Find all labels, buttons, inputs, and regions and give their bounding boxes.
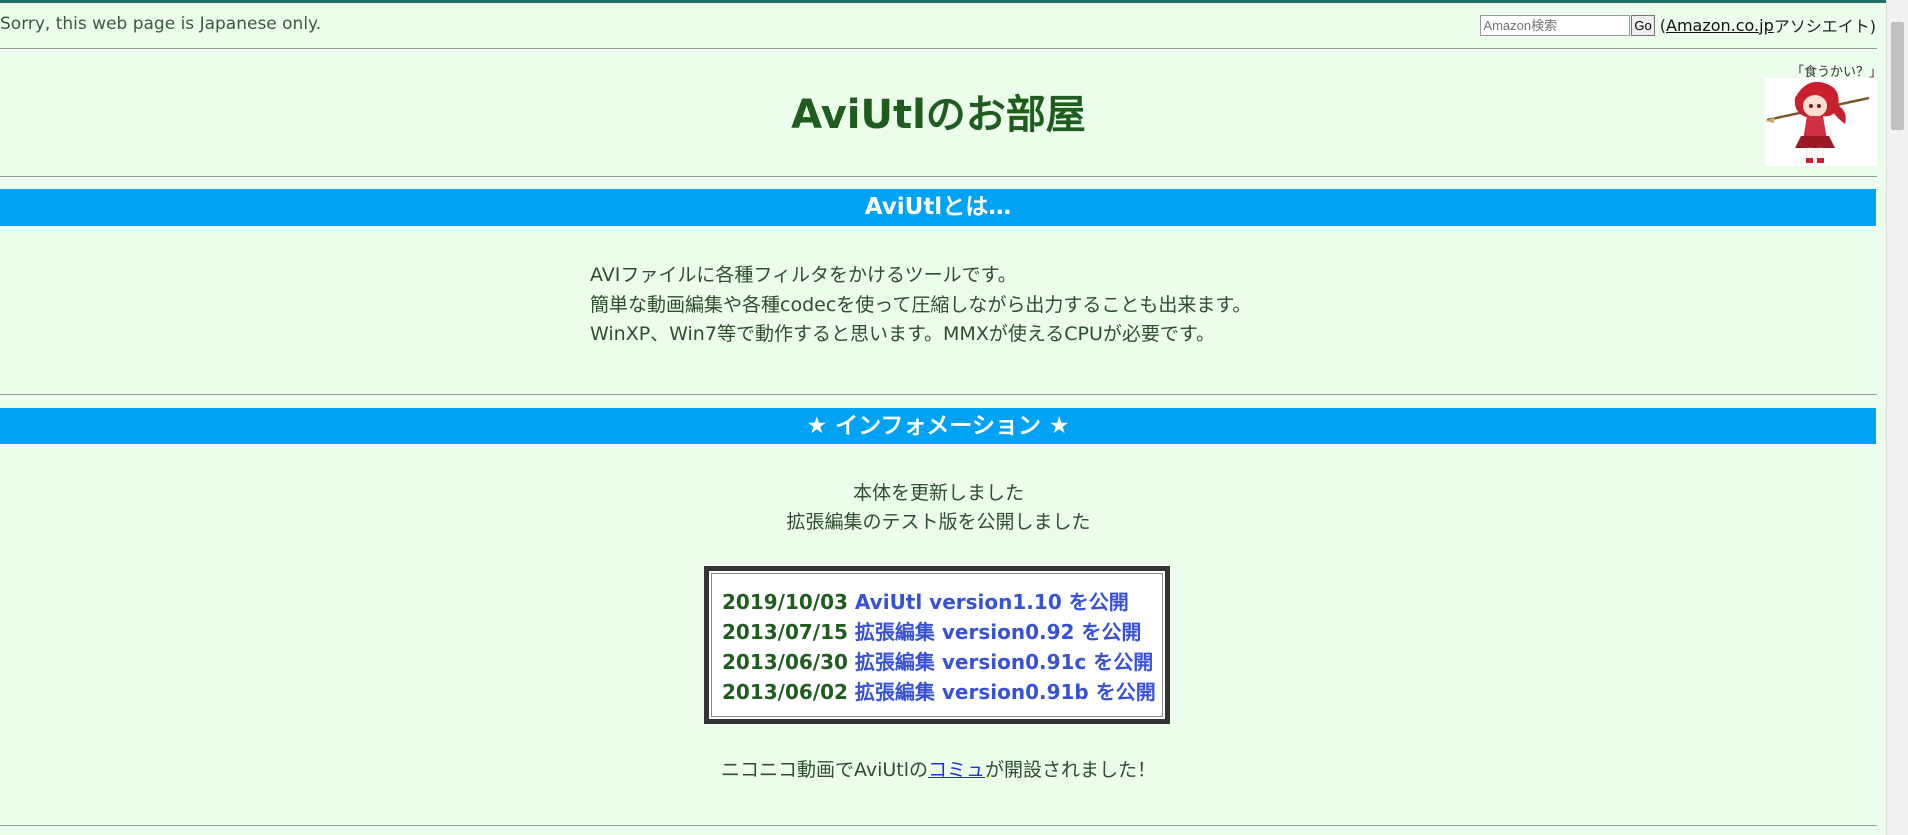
news-link[interactable]: AviUtl version1.10 を公開 [855,590,1129,614]
news-date: 2013/07/15 [722,620,848,644]
scrollbar-thumb[interactable] [1891,22,1904,130]
news-link[interactable]: 拡張編集 version0.91b を公開 [855,680,1156,704]
associate-text: アソシエイト) [1773,17,1876,36]
divider [0,48,1877,49]
news-date: 2013/06/30 [722,650,848,674]
news-link[interactable]: 拡張編集 version0.91c を公開 [855,650,1153,674]
page-title: AviUtlのお部屋 [791,92,1086,138]
news-item: 2019/10/03 AviUtl version1.10 を公開 [722,587,1162,617]
news-item: 2013/07/15 拡張編集 version0.92 を公開 [722,617,1162,647]
japanese-only-notice: Sorry, this web page is Japanese only. [0,14,322,34]
about-line: WinXP、Win7等で動作すると思います。MMXが使えるCPUが必要です。 [590,323,1216,345]
info-heading-bar: ★ インフォメーション ★ [0,408,1876,444]
niconico-community-link[interactable]: コミュ [928,759,985,781]
news-link[interactable]: 拡張編集 version0.92 を公開 [855,620,1141,644]
news-item: 2013/06/30 拡張編集 version0.91c を公開 [722,647,1162,677]
news-box: 2019/10/03 AviUtl version1.10 を公開 2013/0… [704,566,1170,724]
amazon-go-button[interactable]: Go [1631,14,1655,36]
niconico-prefix: ニコニコ動画でAviUtlの [720,759,928,781]
info-line: 拡張編集のテスト版を公開しました [786,511,1091,533]
about-heading-bar: AviUtlとは… [0,189,1876,226]
niconico-announcement: ニコニコ動画でAviUtlのコミュが開設されました！ [0,755,1877,782]
about-line: AVIファイルに各種フィルタをかけるツールです。 [590,264,1017,286]
amazon-link[interactable]: Amazon.co.jp [1666,16,1774,35]
divider [0,394,1877,395]
divider [0,176,1877,177]
niconico-suffix: が開設されました！ [985,759,1157,781]
amazon-search-form: Go (Amazon.co.jpアソシエイト) [1480,13,1876,37]
about-line: 簡単な動画編集や各種codecを使って圧縮しながら出力することも出来ます。 [590,293,1252,316]
news-date: 2019/10/03 [722,590,848,614]
about-description: AVIファイルに各種フィルタをかけるツールです。 簡単な動画編集や各種codec… [590,261,1251,350]
info-line: 本体を更新しました [852,482,1024,504]
news-list: 2019/10/03 AviUtl version1.10 を公開 2013/0… [711,573,1163,717]
news-item: 2013/06/02 拡張編集 version0.91b を公開 [722,677,1162,707]
news-date: 2013/06/02 [722,680,848,704]
amazon-search-input[interactable] [1480,14,1631,36]
vertical-scrollbar[interactable] [1886,0,1908,835]
divider [0,825,1877,826]
top-border [0,0,1908,3]
